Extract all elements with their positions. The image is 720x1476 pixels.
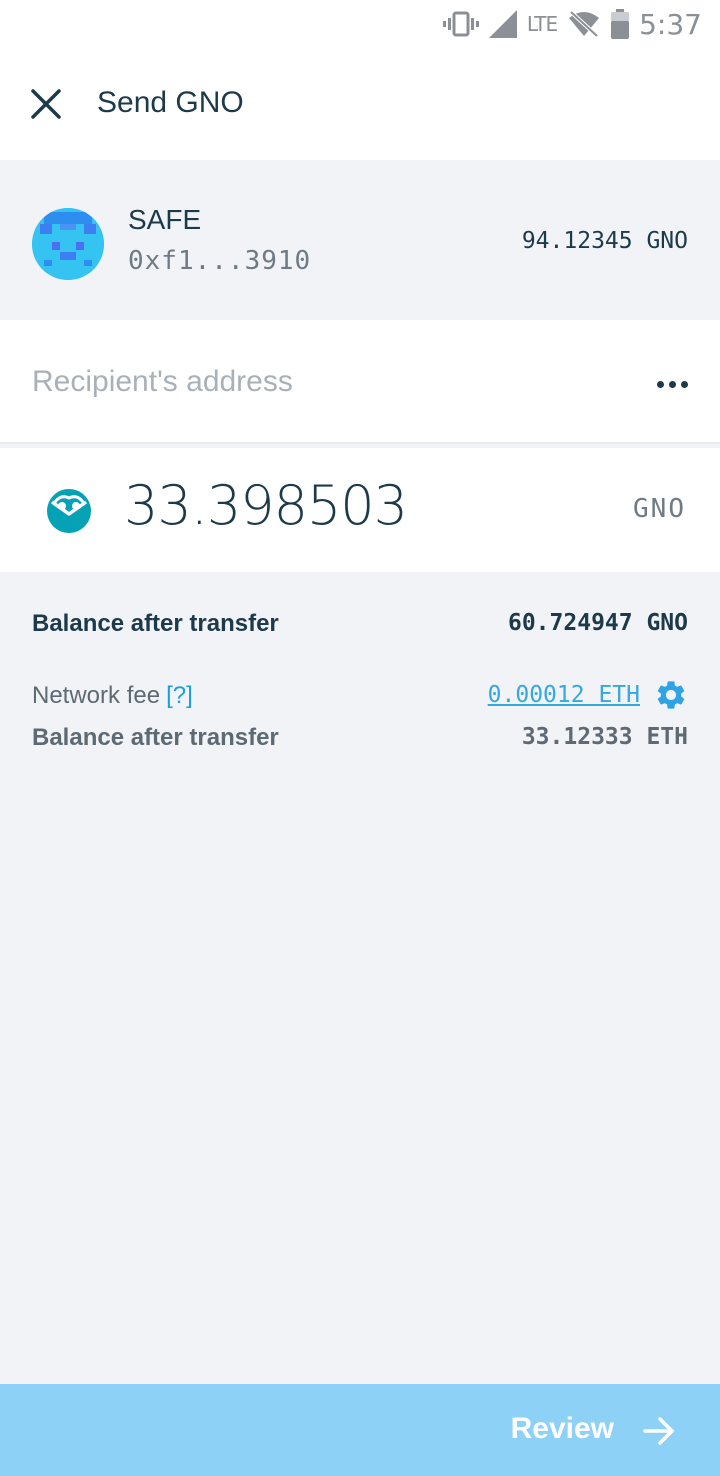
page-title: Send GNO: [97, 86, 244, 119]
account-address: 0xf1...3910: [128, 246, 312, 276]
token-balance-label: Balance after transfer: [32, 610, 279, 637]
token-balance-row: Balance after transfer 60.724947 GNO: [32, 602, 688, 642]
network-fee-label: Network fee: [32, 682, 161, 709]
network-fee-label-group: Network fee [?]: [32, 682, 193, 710]
status-bar: LTE 5:37: [0, 0, 720, 48]
account-name: SAFE: [128, 204, 202, 235]
account-balance: 94.12345 GNO: [521, 228, 688, 254]
arrow-right-icon: [643, 1417, 674, 1445]
eth-balance-label: Balance after transfer: [32, 724, 279, 751]
signal-icon: [488, 10, 517, 38]
amount-token-symbol: GNO: [633, 494, 686, 524]
fee-help-link[interactable]: [?]: [166, 682, 193, 709]
avatar: [32, 208, 104, 280]
network-type: LTE: [526, 12, 558, 36]
token-balance-value: 60.724947 GNO: [507, 610, 688, 636]
vibrate-icon: [442, 11, 479, 37]
recipient-section: [0, 320, 720, 444]
recipient-address-input[interactable]: [32, 356, 622, 408]
gnosis-owl-icon: [47, 489, 91, 533]
close-button[interactable]: [22, 80, 70, 128]
battery-icon: [611, 9, 630, 39]
review-button[interactable]: Review: [0, 1384, 720, 1476]
app-header: Send GNO: [0, 48, 720, 160]
gear-icon[interactable]: [654, 678, 688, 712]
eth-balance-row: Balance after transfer 33.12333 ETH: [32, 716, 688, 756]
amount-section[interactable]: 33.398503 GNO: [0, 448, 720, 572]
amount-value[interactable]: 33.398503: [124, 474, 408, 537]
clock: 5:37: [639, 7, 702, 41]
more-horizontal-icon: [656, 380, 664, 388]
sender-account: SAFE 0xf1...3910 94.12345 GNO: [0, 160, 720, 320]
wifi-off-icon: [569, 10, 600, 38]
review-label: Review: [510, 1412, 614, 1445]
network-fee-value[interactable]: 0.00012 ETH: [488, 682, 640, 708]
close-icon: [31, 89, 61, 119]
network-fee-row: Network fee [?] 0.00012 ETH: [32, 674, 688, 714]
more-options-button[interactable]: [650, 370, 694, 398]
eth-balance-value: 33.12333 ETH: [521, 724, 688, 750]
status-icons: LTE 5:37: [442, 7, 702, 41]
